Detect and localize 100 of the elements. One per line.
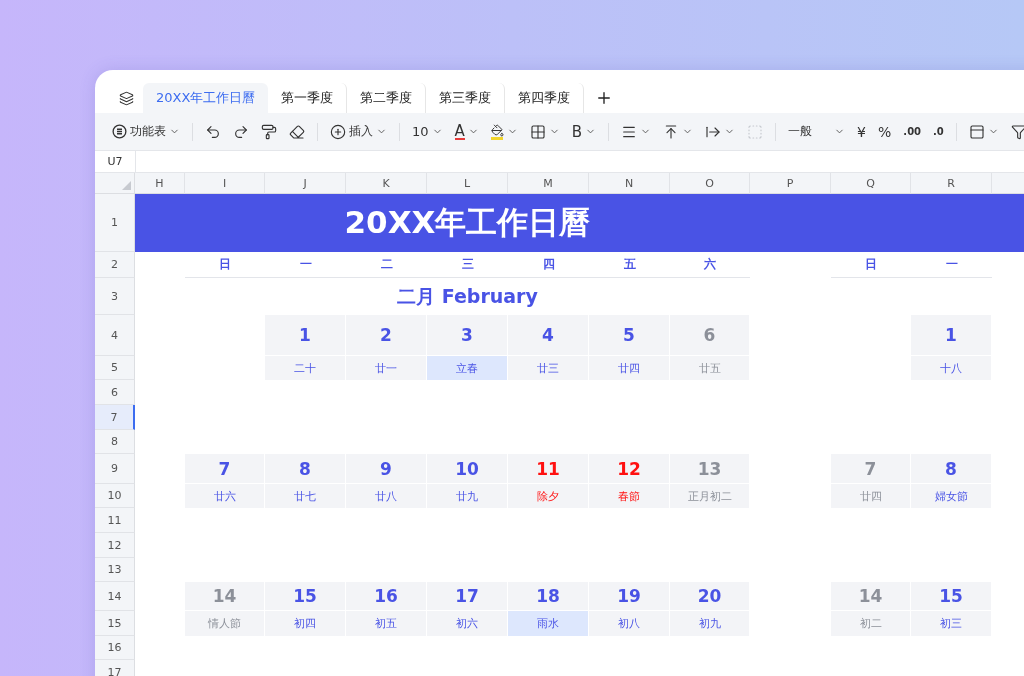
date-cell: 8	[265, 454, 346, 484]
lunar-date-cell: 情人節	[185, 611, 265, 636]
column-header[interactable]: R	[911, 173, 992, 194]
currency-button[interactable]: ¥	[852, 118, 872, 145]
lunar-date-cell: 初二	[831, 611, 911, 636]
column-header[interactable]: P	[750, 173, 831, 194]
row-header[interactable]: 11	[95, 508, 135, 533]
font-size-dropdown[interactable]: 10	[407, 118, 448, 145]
decrease-decimal-button[interactable]: .0	[928, 118, 949, 145]
date-cell: 13	[670, 454, 750, 484]
calendar-title: 20XX年工作日曆	[343, 203, 592, 242]
date-cell: 14	[831, 582, 911, 611]
date-cell: 11	[508, 454, 589, 484]
month-title: 二月 February	[396, 283, 539, 309]
weekday-label: 五	[589, 252, 670, 278]
column-header[interactable]: N	[589, 173, 670, 194]
date-cell: 8	[911, 454, 992, 484]
number-format-dropdown[interactable]: 一般	[783, 118, 851, 145]
lunar-date-cell: 廿一	[346, 356, 427, 380]
row-header[interactable]: 8	[95, 430, 135, 454]
weekday-label: 三	[427, 252, 508, 278]
lunar-date-cell: 廿四	[589, 356, 670, 380]
date-cell: 1	[911, 315, 992, 356]
lunar-date-cell: 立春	[427, 356, 508, 380]
increase-decimal-button[interactable]: .00	[898, 118, 927, 145]
date-cell: 20	[670, 582, 750, 611]
lunar-date-cell: 初五	[346, 611, 427, 636]
bold-button[interactable]: B	[566, 118, 602, 145]
lunar-date-cell: 初八	[589, 611, 670, 636]
row-header[interactable]: 2	[95, 252, 135, 278]
row-header[interactable]: 12	[95, 533, 135, 558]
lunar-date-cell: 十八	[911, 356, 992, 380]
lunar-date-cell: 正月初二	[670, 484, 750, 508]
lunar-date-cell: 廿四	[831, 484, 911, 508]
row-header[interactable]: 14	[95, 582, 135, 611]
lunar-date-cell: 初四	[265, 611, 346, 636]
weekday-label: 一	[265, 252, 346, 278]
date-cell: 5	[589, 315, 670, 356]
weekday-label: 四	[508, 252, 589, 278]
column-header[interactable]: J	[265, 173, 346, 194]
row-header[interactable]: 3	[95, 278, 135, 315]
name-box[interactable]: U7	[95, 151, 136, 172]
date-cell: 10	[427, 454, 508, 484]
lunar-date-cell: 廿五	[670, 356, 750, 380]
percent-button[interactable]: %	[873, 118, 897, 145]
date-cell: 15	[265, 582, 346, 611]
row-header[interactable]: 9	[95, 454, 135, 484]
lunar-date-cell: 廿三	[508, 356, 589, 380]
row-header[interactable]: 16	[95, 636, 135, 660]
column-header[interactable]: O	[670, 173, 750, 194]
lunar-date-cell: 春節	[589, 484, 670, 508]
date-cell: 1	[265, 315, 346, 356]
row-header[interactable]: 1	[95, 194, 135, 252]
weekday-label: 日	[185, 252, 265, 278]
row-header[interactable]: 5	[95, 356, 135, 380]
row-header[interactable]: 17	[95, 660, 135, 676]
column-header[interactable]: L	[427, 173, 508, 194]
column-header[interactable]: M	[508, 173, 589, 194]
lunar-date-cell: 廿六	[185, 484, 265, 508]
font-color-button[interactable]: A	[449, 118, 484, 145]
row-header[interactable]: 7	[95, 405, 135, 430]
date-cell: 19	[589, 582, 670, 611]
date-cell: 9	[346, 454, 427, 484]
date-cell: 16	[346, 582, 427, 611]
weekday-label: 一	[911, 252, 992, 278]
lunar-date-cell: 雨水	[508, 611, 589, 636]
lunar-date-cell: 廿九	[427, 484, 508, 508]
date-cell: 7	[185, 454, 265, 484]
sheet-tab[interactable]: 20XX年工作日曆	[143, 83, 269, 113]
lunar-date-cell: 婦女節	[911, 484, 992, 508]
date-cell: 18	[508, 582, 589, 611]
weekday-label: 日	[831, 252, 911, 278]
date-cell: 12	[589, 454, 670, 484]
column-header[interactable]: K	[346, 173, 427, 194]
column-header[interactable]: Q	[831, 173, 911, 194]
date-cell: 14	[185, 582, 265, 611]
row-header[interactable]: 10	[95, 484, 135, 508]
insert-button[interactable]: 插入	[325, 118, 392, 145]
lunar-date-cell: 初六	[427, 611, 508, 636]
lunar-date-cell: 除夕	[508, 484, 589, 508]
column-header[interactable]: H	[135, 173, 185, 194]
lunar-date-cell: 廿八	[346, 484, 427, 508]
date-cell: 6	[670, 315, 750, 356]
column-header[interactable]: I	[185, 173, 265, 194]
lunar-date-cell: 初三	[911, 611, 992, 636]
function-menu-button[interactable]: 功能表	[107, 118, 185, 145]
date-cell: 17	[427, 582, 508, 611]
row-header[interactable]: 15	[95, 611, 135, 636]
date-cell: 3	[427, 315, 508, 356]
weekday-label: 二	[346, 252, 427, 278]
lunar-date-cell: 廿七	[265, 484, 346, 508]
lunar-date-cell: 二十	[265, 356, 346, 380]
date-cell: 2	[346, 315, 427, 356]
row-header[interactable]: 4	[95, 315, 135, 356]
date-cell: 7	[831, 454, 911, 484]
row-header[interactable]: 6	[95, 380, 135, 405]
lunar-date-cell: 初九	[670, 611, 750, 636]
weekday-label: 六	[670, 252, 750, 278]
row-header[interactable]: 13	[95, 558, 135, 582]
date-cell: 15	[911, 582, 992, 611]
